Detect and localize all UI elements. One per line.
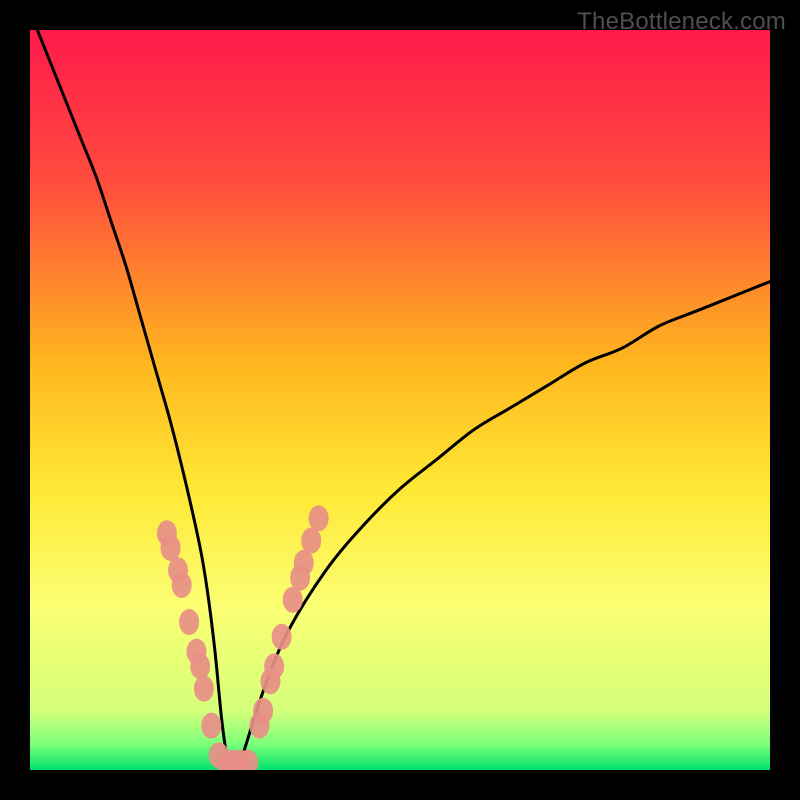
marker-point — [309, 505, 329, 531]
marker-point — [190, 653, 210, 679]
marker-point — [294, 550, 314, 576]
marker-point — [201, 713, 221, 739]
marker-point — [264, 653, 284, 679]
chart-frame: TheBottleneck.com — [0, 0, 800, 800]
marker-point — [301, 528, 321, 554]
plot-area — [30, 30, 770, 770]
gradient-background — [30, 30, 770, 770]
marker-point — [272, 624, 292, 650]
marker-point — [179, 609, 199, 635]
marker-point — [161, 535, 181, 561]
marker-point — [194, 676, 214, 702]
chart-svg — [30, 30, 770, 770]
marker-point — [253, 698, 273, 724]
marker-point — [283, 587, 303, 613]
marker-point — [172, 572, 192, 598]
